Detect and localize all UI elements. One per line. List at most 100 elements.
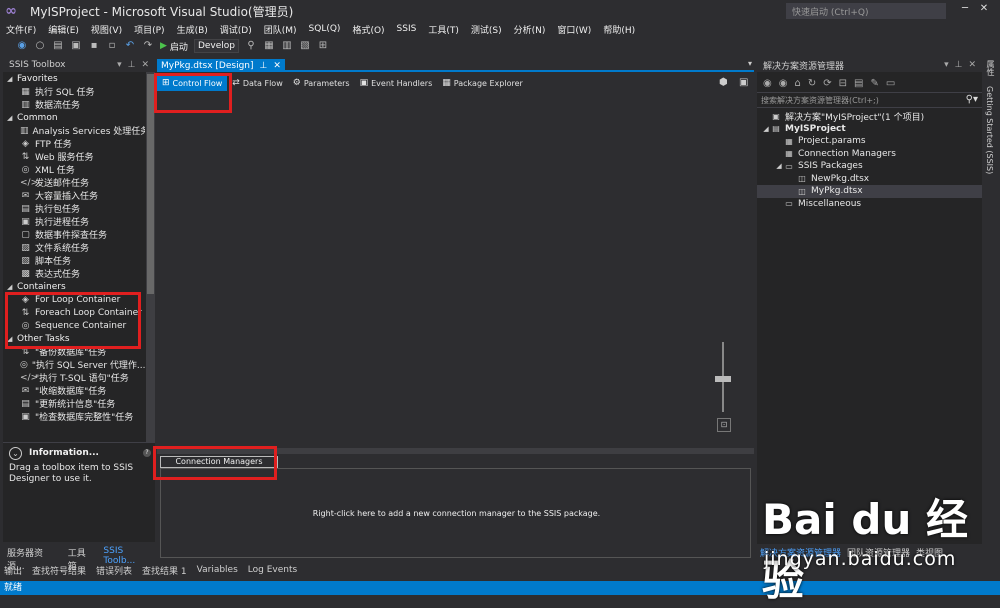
undo-icon[interactable]: ↶ — [124, 40, 136, 52]
output-tab[interactable]: 查找符号结果 — [32, 564, 86, 577]
solution-tree-node[interactable]: ▭ Miscellaneous — [757, 198, 982, 211]
start-button[interactable]: ▶ 启动 — [160, 40, 188, 53]
solution-tree-node[interactable]: ◫ NewPkg.dtsx — [757, 173, 982, 186]
solution-tree-node[interactable]: ▦ Connection Managers — [757, 148, 982, 161]
output-tab[interactable]: 输出 — [4, 564, 22, 577]
connections-icon[interactable]: ⊞ — [317, 40, 329, 52]
toolbox-item[interactable]: ▤ "更新统计信息"任务 — [3, 397, 145, 411]
solution-config-select[interactable]: Develop — [193, 39, 239, 53]
search-icon[interactable]: ⚲▾ — [966, 94, 978, 105]
menu-item[interactable]: 窗口(W) — [551, 23, 597, 36]
close-button[interactable]: ✕ — [975, 0, 993, 20]
new-project-icon[interactable]: ▤ — [52, 40, 64, 52]
expander-icon[interactable]: ◢ — [7, 283, 17, 291]
menu-item[interactable]: 编辑(E) — [42, 23, 85, 36]
menu-item[interactable]: 帮助(H) — [597, 23, 641, 36]
forward-icon[interactable]: ○ — [34, 40, 46, 52]
expander-icon[interactable]: ◢ — [761, 125, 771, 133]
show-all-files-icon[interactable]: ▤ — [854, 78, 863, 89]
menu-item[interactable]: 格式(O) — [346, 23, 390, 36]
close-icon[interactable]: ✕ — [141, 60, 149, 70]
toolbox-icon[interactable]: ▥ — [281, 40, 293, 52]
toolbox-item[interactable]: </> "执行 T-SQL 语句"任务 — [3, 371, 145, 385]
solution-tree-node[interactable]: ◫ MyPkg.dtsx — [757, 185, 982, 198]
toolbox-item[interactable]: ▨ 文件系统任务 — [3, 241, 145, 255]
menu-item[interactable]: SSIS — [391, 24, 423, 34]
expander-icon[interactable]: ◢ — [7, 75, 17, 83]
output-tab[interactable]: 查找结果 1 — [142, 564, 187, 577]
toolbox-item[interactable]: ◎ "执行 SQL Server 代理作... — [3, 358, 145, 372]
solution-tree-node[interactable]: ◢ ▭ SSIS Packages — [757, 160, 982, 173]
menu-item[interactable]: 工具(T) — [422, 23, 465, 36]
properties-icon[interactable]: ✎ — [870, 78, 878, 89]
left-tab[interactable]: 工具箱 — [68, 546, 94, 572]
toolbox-item[interactable]: ◎ XML 任务 — [3, 163, 145, 177]
refresh-icon[interactable]: ⟳ — [823, 78, 831, 89]
output-tab[interactable]: Variables — [197, 565, 238, 575]
document-tab[interactable]: MyPkg.dtsx [Design] ⊥ ✕ — [157, 59, 285, 72]
help-icon[interactable]: ? — [143, 449, 151, 457]
menu-item[interactable]: 测试(S) — [465, 23, 508, 36]
dropdown-icon[interactable]: ▾ — [117, 60, 122, 70]
toolbox-toggle-icon[interactable]: ▣ — [739, 77, 748, 88]
tab-overflow-icon[interactable]: ▾ — [748, 59, 752, 68]
menu-item[interactable]: 团队(M) — [258, 23, 303, 36]
toolbox-item[interactable]: ▥ 数据流任务 — [3, 98, 145, 112]
collapse-all-icon[interactable]: ⊟ — [839, 78, 847, 89]
rail-tab-getting-started[interactable]: Getting Started (SSIS) — [985, 86, 994, 174]
pin-icon[interactable]: ⊥ — [955, 60, 963, 70]
zoom-slider-thumb[interactable] — [715, 376, 731, 382]
control-flow-design-surface[interactable]: ⊡ — [157, 92, 754, 448]
toolbox-item[interactable]: ▢ 数据事件探查任务 — [3, 228, 145, 242]
designer-tab-package-explorer[interactable]: ▦ Package Explorer — [437, 75, 528, 91]
save-icon[interactable]: ▪ — [88, 40, 100, 52]
expander-icon[interactable]: ◢ — [774, 162, 784, 170]
collapse-info-icon[interactable]: ⌄ — [9, 447, 22, 460]
toolbox-group-common[interactable]: ◢ Common — [3, 111, 145, 124]
open-icon[interactable]: ▣ — [70, 40, 82, 52]
forward-icon[interactable]: ◉ — [779, 78, 788, 89]
toolbox-item[interactable]: ▩ 表达式任务 — [3, 267, 145, 281]
toolbox-item[interactable]: </> 发送邮件任务 — [3, 176, 145, 190]
dropdown-icon[interactable]: ▾ — [944, 60, 949, 70]
toolbox-item[interactable]: ▣ 执行进程任务 — [3, 215, 145, 229]
sync-icon[interactable]: ↻ — [808, 78, 816, 89]
quick-launch-input[interactable]: 快速启动 (Ctrl+Q) — [786, 3, 946, 19]
close-tab-icon[interactable]: ✕ — [273, 61, 281, 71]
menu-item[interactable]: 生成(B) — [171, 23, 214, 36]
toolbox-item[interactable]: ▣ "检查数据库完整性"任务 — [3, 410, 145, 424]
solution-tree-node[interactable]: ◢ ▤ MyISProject — [757, 123, 982, 136]
output-tab[interactable]: 错误列表 — [96, 564, 132, 577]
left-tab[interactable]: 服务器资源... — [7, 546, 58, 572]
toolbox-group-favorites[interactable]: ◢ Favorites — [3, 72, 145, 85]
connection-managers-tray[interactable]: Right-click here to add a new connection… — [160, 468, 751, 558]
zoom-icon[interactable]: ⬢ — [719, 77, 728, 88]
designer-tab-event-handlers[interactable]: ▣ Event Handlers — [355, 75, 438, 91]
pin-icon[interactable]: ⊥ — [128, 60, 136, 70]
designer-tab-parameters[interactable]: ⚙ Parameters — [288, 75, 355, 91]
designer-tab-data-flow[interactable]: ⇄ Data Flow — [227, 75, 287, 91]
toolbox-item[interactable]: ✉ "收缩数据库"任务 — [3, 384, 145, 398]
save-all-icon[interactable]: ▫ — [106, 40, 118, 52]
toolbox-item[interactable]: ◈ FTP 任务 — [3, 137, 145, 151]
toolbox-scrollbar[interactable] — [146, 72, 155, 442]
redo-icon[interactable]: ↷ — [142, 40, 154, 52]
zoom-to-fit-icon[interactable]: ⊡ — [717, 418, 731, 432]
menu-item[interactable]: 文件(F) — [0, 23, 42, 36]
menu-item[interactable]: 分析(N) — [508, 23, 552, 36]
find-icon[interactable]: ⚲ — [245, 40, 257, 52]
rail-tab-properties[interactable]: 属性 — [985, 60, 996, 76]
toolbox-item[interactable]: ✉ 大容量插入任务 — [3, 189, 145, 203]
toolbox-item[interactable]: ▤ 执行包任务 — [3, 202, 145, 216]
view-icon[interactable]: ▭ — [886, 78, 895, 89]
solution-tree-node[interactable]: ▣ 解决方案"MyISProject"(1 个项目) — [757, 110, 982, 123]
menu-item[interactable]: 调试(D) — [214, 23, 258, 36]
properties-icon[interactable]: ▧ — [299, 40, 311, 52]
toolbox-item[interactable]: ▥ Analysis Services 处理任务 — [3, 124, 145, 138]
expander-icon[interactable]: ◢ — [7, 114, 17, 122]
scrollbar-thumb[interactable] — [147, 74, 154, 294]
back-icon[interactable]: ◉ — [16, 40, 28, 52]
minimize-button[interactable]: ─ — [956, 0, 974, 20]
toolbox-item[interactable]: ▦ 执行 SQL 任务 — [3, 85, 145, 99]
pin-icon[interactable]: ⊥ — [260, 61, 268, 71]
